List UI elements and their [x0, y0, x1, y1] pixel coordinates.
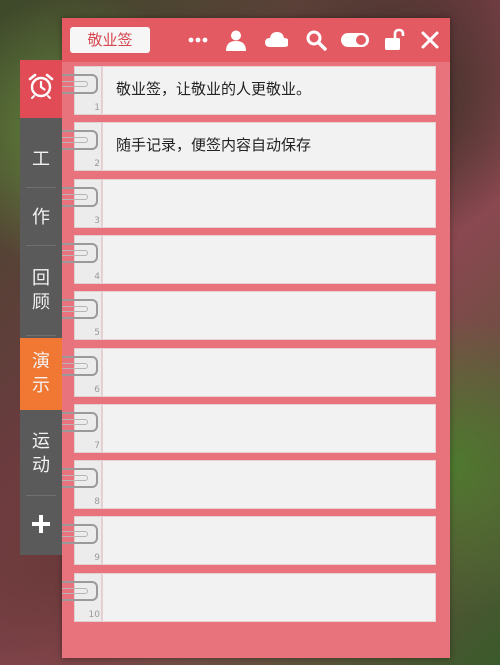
sidebar-item-demo[interactable]: 演 示 — [20, 338, 62, 410]
sidebar-item-work-1[interactable]: 工 — [20, 132, 62, 188]
binder-ring-icon — [62, 468, 98, 488]
note-number: 9 — [94, 553, 100, 563]
note-number: 7 — [94, 441, 100, 451]
binder-ring-icon — [62, 299, 98, 319]
binder-ring-icon — [62, 581, 98, 601]
list-item[interactable] — [102, 235, 436, 284]
alarm-clock-icon — [27, 72, 55, 107]
cloud-icon[interactable] — [264, 28, 288, 52]
user-icon[interactable] — [224, 28, 248, 52]
sidebar-item-label: 运 动 — [32, 431, 50, 476]
sidebar-item-label: 演 示 — [32, 351, 50, 396]
toolbar: 敬业签 — [62, 18, 450, 62]
note-number: 4 — [94, 272, 100, 282]
note-number: 1 — [94, 103, 100, 113]
list-item[interactable] — [102, 179, 436, 228]
list-item[interactable] — [102, 573, 436, 622]
list-item[interactable]: 敬业签，让敬业的人更敬业。 — [102, 66, 436, 115]
note-text: 敬业签，让敬业的人更敬业。 — [116, 80, 312, 98]
sidebar-item-review[interactable]: 回 顾 — [20, 246, 62, 336]
note-number: 5 — [94, 328, 100, 338]
binder-ring-icon — [62, 187, 98, 207]
sidebar-item-label: 回 顾 — [32, 268, 50, 313]
note-number: 2 — [94, 159, 100, 169]
binder-ring-icon — [62, 243, 98, 263]
more-icon[interactable] — [186, 28, 210, 52]
sidebar-item-sports[interactable]: 运 动 — [20, 412, 62, 496]
sidebar-item-label: 工 — [32, 149, 50, 170]
toggle-icon[interactable] — [340, 28, 370, 52]
list-item[interactable]: 随手记录，便签内容自动保存 — [102, 122, 436, 171]
sidebar-item-label: 作 — [32, 207, 50, 228]
add-category-button[interactable] — [20, 500, 62, 555]
note-number: 3 — [94, 216, 100, 226]
app-title[interactable]: 敬业签 — [70, 27, 150, 53]
close-icon[interactable] — [418, 28, 442, 52]
binder-ring-icon — [62, 524, 98, 544]
note-number: 8 — [94, 497, 100, 507]
category-sidebar: 工 作 回 顾 演 示 运 动 — [20, 60, 62, 555]
list-item[interactable] — [102, 516, 436, 565]
list-item[interactable] — [102, 404, 436, 453]
sidebar-item-reminder[interactable] — [20, 60, 62, 118]
plus-icon — [31, 514, 51, 541]
sidebar-item-work-2[interactable]: 作 — [20, 190, 62, 246]
note-number: 6 — [94, 385, 100, 395]
note-number: 10 — [88, 610, 100, 620]
binder-ring-icon — [62, 356, 98, 376]
list-item[interactable] — [102, 460, 436, 509]
binder-ring-icon — [62, 130, 98, 150]
binder-ring-icon — [62, 74, 98, 94]
binder-ring-icon — [62, 412, 98, 432]
unlock-icon[interactable] — [382, 28, 406, 52]
list-item[interactable] — [102, 348, 436, 397]
note-text: 随手记录，便签内容自动保存 — [116, 136, 312, 154]
search-icon[interactable] — [304, 28, 328, 52]
list-item[interactable] — [102, 291, 436, 340]
